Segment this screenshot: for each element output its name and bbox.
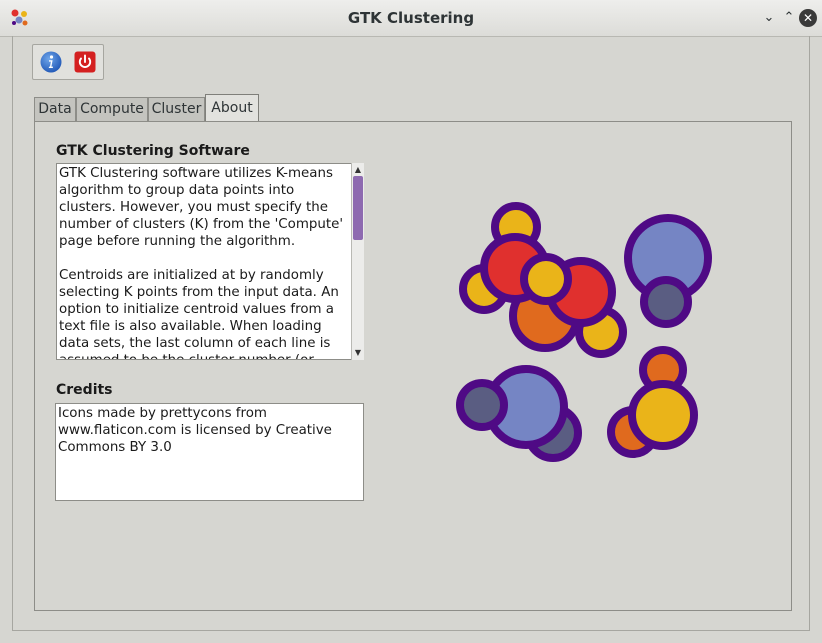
info-icon[interactable] <box>40 51 62 73</box>
scroll-down-arrow-icon[interactable]: ▼ <box>352 347 364 359</box>
software-description-textview[interactable]: GTK Clustering software utilizes K-means… <box>56 163 352 360</box>
clustering-logo-image <box>456 202 712 462</box>
power-icon[interactable] <box>74 51 96 73</box>
window-title: GTK Clustering <box>347 9 475 27</box>
tab-cluster[interactable]: Cluster <box>148 97 205 121</box>
scroll-thumb[interactable] <box>353 176 363 240</box>
software-paragraph-1: GTK Clustering software utilizes K-means… <box>59 166 344 249</box>
frame-bottom <box>12 630 810 631</box>
logo-circle <box>520 253 572 305</box>
close-icon[interactable]: ✕ <box>799 9 817 27</box>
title-bar[interactable]: GTK Clustering ⌄ ⌃ ✕ <box>0 0 822 37</box>
software-heading: GTK Clustering Software <box>56 143 250 159</box>
minimize-icon[interactable]: ⌄ <box>760 9 778 27</box>
logo-circle <box>456 379 508 431</box>
credits-text: Icons made by prettycons from www.flatic… <box>58 406 332 455</box>
main-window: GTK Clustering ⌄ ⌃ ✕ Data Compute Cluste… <box>0 0 822 643</box>
credits-heading: Credits <box>56 382 113 398</box>
tab-data[interactable]: Data <box>34 97 76 121</box>
toolbar <box>32 44 104 80</box>
frame-right <box>809 36 810 631</box>
credits-textview[interactable]: Icons made by prettycons from www.flatic… <box>55 403 364 501</box>
software-scrollbar[interactable]: ▲ ▼ <box>351 163 364 360</box>
maximize-icon[interactable]: ⌃ <box>780 9 798 27</box>
logo-circle <box>628 380 698 450</box>
scroll-up-arrow-icon[interactable]: ▲ <box>352 164 364 176</box>
frame-left <box>12 36 13 631</box>
software-paragraph-2: Centroids are initialized at by randomly… <box>59 268 339 359</box>
tab-about[interactable]: About <box>205 94 259 122</box>
tab-compute[interactable]: Compute <box>76 97 148 121</box>
logo-circle <box>640 276 692 328</box>
